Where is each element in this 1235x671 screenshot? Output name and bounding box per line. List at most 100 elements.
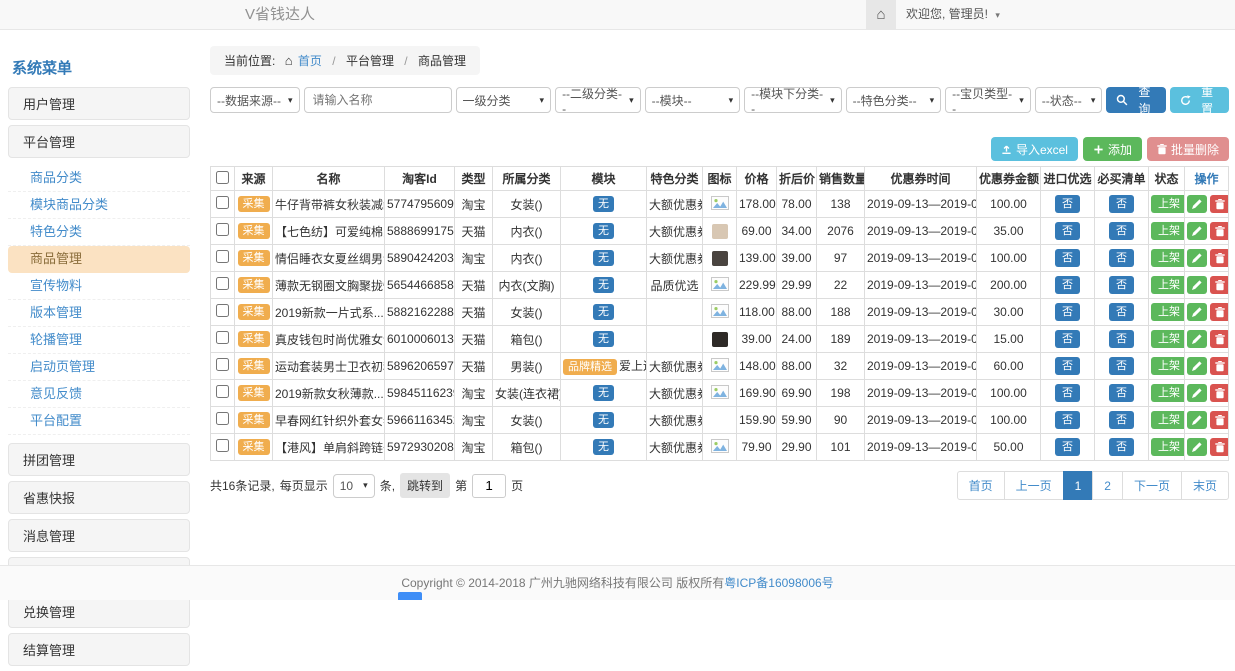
jump-page-input[interactable] [472, 474, 506, 498]
sidebar-item[interactable]: 版本管理 [8, 300, 190, 327]
page-button[interactable]: 下一页 [1122, 471, 1182, 500]
sidebar-item[interactable]: 模块商品分类 [8, 192, 190, 219]
import-select-toggle[interactable]: 否 [1055, 303, 1080, 321]
edit-button[interactable] [1187, 195, 1207, 213]
add-button[interactable]: 添加 [1083, 137, 1142, 161]
import-select-toggle[interactable]: 否 [1055, 438, 1080, 456]
sidebar-item[interactable]: 特色分类 [8, 219, 190, 246]
must-buy-toggle[interactable]: 否 [1109, 357, 1134, 375]
import-select-toggle[interactable]: 否 [1055, 330, 1080, 348]
filter-select[interactable]: --二级分类--▾ [555, 87, 641, 113]
status-badge[interactable]: 上架 [1151, 384, 1185, 402]
row-checkbox[interactable] [216, 250, 229, 263]
import-select-toggle[interactable]: 否 [1055, 384, 1080, 402]
row-checkbox[interactable] [216, 412, 229, 425]
row-checkbox[interactable] [216, 439, 229, 452]
name-search-input[interactable] [304, 87, 452, 113]
status-badge[interactable]: 上架 [1151, 276, 1185, 294]
search-button[interactable]: 查询 [1106, 87, 1166, 113]
delete-button[interactable] [1210, 411, 1229, 429]
page-button[interactable]: 上一页 [1004, 471, 1064, 500]
import-select-toggle[interactable]: 否 [1055, 249, 1080, 267]
filter-select[interactable]: --模块--▾ [645, 87, 741, 113]
edit-button[interactable] [1187, 384, 1207, 402]
select-all-checkbox[interactable] [216, 171, 229, 184]
must-buy-toggle[interactable]: 否 [1109, 330, 1134, 348]
filter-select[interactable]: --数据来源--▾ [210, 87, 300, 113]
delete-button[interactable] [1210, 276, 1229, 294]
row-checkbox[interactable] [216, 385, 229, 398]
row-checkbox[interactable] [216, 304, 229, 317]
status-badge[interactable]: 上架 [1151, 438, 1185, 456]
page-button[interactable]: 末页 [1181, 471, 1229, 500]
import-select-toggle[interactable]: 否 [1055, 276, 1080, 294]
sidebar-group[interactable]: 拼团管理 [8, 443, 190, 476]
sidebar-item[interactable]: 商品分类 [8, 165, 190, 192]
edit-button[interactable] [1187, 222, 1207, 240]
jump-button[interactable]: 跳转到 [400, 473, 450, 498]
import-select-toggle[interactable]: 否 [1055, 195, 1080, 213]
must-buy-toggle[interactable]: 否 [1109, 303, 1134, 321]
edit-button[interactable] [1187, 411, 1207, 429]
sidebar-group[interactable]: 用户管理 [8, 87, 190, 120]
status-badge[interactable]: 上架 [1151, 222, 1185, 240]
floating-widget[interactable] [398, 592, 422, 600]
sidebar-group[interactable]: 消息管理 [8, 519, 190, 552]
status-badge[interactable]: 上架 [1151, 330, 1185, 348]
sidebar-item[interactable]: 启动页管理 [8, 354, 190, 381]
page-button[interactable]: 1 [1063, 471, 1094, 500]
breadcrumb-home-link[interactable]: 首页 [298, 54, 322, 68]
delete-button[interactable] [1210, 438, 1229, 456]
row-checkbox[interactable] [216, 277, 229, 290]
filter-select[interactable]: --宝贝类型--▾ [945, 87, 1031, 113]
page-button[interactable]: 首页 [957, 471, 1005, 500]
status-badge[interactable]: 上架 [1151, 303, 1185, 321]
icp-link[interactable]: 粤ICP备16098006号 [724, 576, 833, 590]
page-button[interactable]: 2 [1092, 471, 1123, 500]
delete-button[interactable] [1210, 384, 1229, 402]
sidebar-item[interactable]: 意见反馈 [8, 381, 190, 408]
edit-button[interactable] [1187, 303, 1207, 321]
edit-button[interactable] [1187, 357, 1207, 375]
import-select-toggle[interactable]: 否 [1055, 357, 1080, 375]
edit-button[interactable] [1187, 249, 1207, 267]
sidebar-item[interactable]: 平台配置 [8, 408, 190, 435]
user-menu[interactable]: 欢迎您, 管理员! ▾ [906, 0, 1000, 30]
import-select-toggle[interactable]: 否 [1055, 222, 1080, 240]
must-buy-toggle[interactable]: 否 [1109, 195, 1134, 213]
sidebar-item[interactable]: 宣传物料 [8, 273, 190, 300]
sidebar-group[interactable]: 省惠快报 [8, 481, 190, 514]
delete-button[interactable] [1210, 303, 1229, 321]
must-buy-toggle[interactable]: 否 [1109, 438, 1134, 456]
filter-select[interactable]: --特色分类--▾ [846, 87, 942, 113]
status-badge[interactable]: 上架 [1151, 195, 1185, 213]
edit-button[interactable] [1187, 276, 1207, 294]
must-buy-toggle[interactable]: 否 [1109, 249, 1134, 267]
reset-button[interactable]: 重置 [1170, 87, 1229, 113]
row-checkbox[interactable] [216, 358, 229, 371]
row-checkbox[interactable] [216, 331, 229, 344]
sidebar-group[interactable]: 平台管理 [8, 125, 190, 158]
home-button[interactable]: ⌂ [866, 0, 896, 29]
delete-button[interactable] [1210, 330, 1229, 348]
import-excel-button[interactable]: 导入excel [991, 137, 1078, 161]
per-page-select[interactable]: 10▾ [333, 474, 375, 498]
must-buy-toggle[interactable]: 否 [1109, 384, 1134, 402]
filter-select[interactable]: 一级分类▾ [456, 87, 552, 113]
edit-button[interactable] [1187, 438, 1207, 456]
sidebar-item[interactable]: 轮播管理 [8, 327, 190, 354]
sidebar-group[interactable]: 结算管理 [8, 633, 190, 666]
sidebar-item[interactable]: 商品管理 [8, 246, 190, 273]
status-badge[interactable]: 上架 [1151, 249, 1185, 267]
must-buy-toggle[interactable]: 否 [1109, 222, 1134, 240]
edit-button[interactable] [1187, 330, 1207, 348]
row-checkbox[interactable] [216, 196, 229, 209]
filter-select[interactable]: --模块下分类--▾ [744, 87, 842, 113]
status-badge[interactable]: 上架 [1151, 411, 1185, 429]
must-buy-toggle[interactable]: 否 [1109, 411, 1134, 429]
row-checkbox[interactable] [216, 223, 229, 236]
delete-button[interactable] [1210, 357, 1229, 375]
filter-select[interactable]: --状态--▾ [1035, 87, 1103, 113]
batch-delete-button[interactable]: 批量删除 [1147, 137, 1229, 161]
delete-button[interactable] [1210, 249, 1229, 267]
